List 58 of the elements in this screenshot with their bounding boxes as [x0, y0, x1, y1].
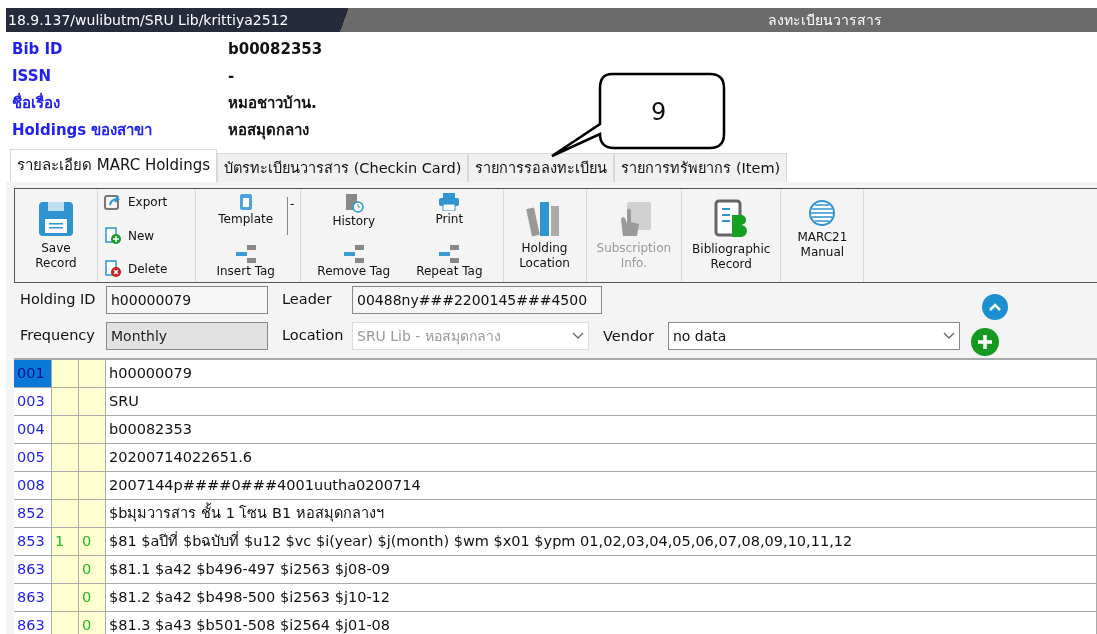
history-button[interactable]: History: [332, 193, 376, 228]
indicator-cell: 0: [79, 556, 106, 583]
chevron-down-icon: [572, 332, 584, 340]
leader-field[interactable]: 00488ny###2200145###4500: [352, 286, 602, 314]
print-button[interactable]: Print: [435, 193, 464, 226]
chevron-up-icon: [989, 303, 1001, 311]
add-document-icon: [104, 226, 122, 245]
export-button[interactable]: Export: [104, 193, 168, 211]
indicator-cell: 0: [79, 528, 106, 555]
field-label: Leader: [282, 290, 333, 309]
delete-button[interactable]: Delete: [104, 260, 168, 278]
save-button[interactable]: Save Record: [21, 193, 91, 278]
remove-tag-icon: [341, 245, 366, 263]
remove-tag-button[interactable]: Remove Tag: [317, 245, 391, 278]
tab[interactable]: รายการรอลงทะเบียน: [468, 153, 615, 182]
plus-icon: [977, 334, 993, 350]
record-value: b00082353: [228, 39, 323, 60]
vendor-dropdown[interactable]: no data: [667, 322, 960, 350]
tab[interactable]: บัตรทะเบียนวารสาร (Checkin Card): [217, 153, 469, 182]
insert-tag-button[interactable]: Insert Tag: [216, 245, 275, 278]
new-button[interactable]: New: [104, 226, 155, 245]
record-label: Holdings ของสาขา: [12, 120, 154, 141]
repeat-tag-icon: [437, 245, 462, 263]
record-label: ชื่อเรื่อง: [12, 92, 61, 114]
record-value: หอสมุดกลาง: [228, 120, 309, 142]
add-button[interactable]: [971, 328, 999, 356]
record-value: -: [228, 66, 235, 87]
chevron-down-icon: [942, 332, 955, 340]
dropdown-dash[interactable]: -: [287, 197, 295, 235]
record-label: ISSN: [12, 66, 53, 87]
holding-location-button[interactable]: Holding Location: [509, 200, 580, 271]
holding-id-field[interactable]: h00000079: [106, 286, 268, 314]
window-path: 18.9.137/wulibutm/SRU Lib/krittiya2512: [7, 12, 290, 28]
indicator-cell: 0: [79, 584, 106, 611]
history-icon: [343, 193, 364, 213]
printer-icon: [438, 193, 461, 211]
tab[interactable]: รายการทรัพยากร (Item): [614, 153, 788, 182]
window-title: ลงทะเบียนวารสาร: [768, 11, 882, 30]
record-label: Bib ID: [12, 39, 64, 60]
field-label: Holding ID: [20, 290, 97, 309]
field-label: Frequency: [20, 326, 96, 345]
collapse-button[interactable]: [982, 294, 1008, 320]
indicator-cell: 1: [52, 528, 79, 555]
tab[interactable]: รายละเอียด MARC Holdings: [10, 149, 218, 182]
insert-tag-icon: [233, 245, 258, 263]
template-icon: [237, 193, 254, 211]
record-value: หมอชาวบ้าน.: [228, 93, 317, 114]
delete-document-icon: [104, 260, 122, 278]
field-label: Location: [282, 326, 345, 345]
repeat-tag-button[interactable]: Repeat Tag: [416, 245, 483, 278]
callout-number: 9: [651, 98, 667, 126]
bibliographic-button[interactable]: Bibliographic Record: [688, 199, 775, 272]
template-button[interactable]: Template: [218, 193, 274, 226]
field-label: Vendor: [603, 327, 654, 346]
marc21-button[interactable]: MARC21 Manual: [787, 199, 858, 260]
indicator-cell: 0: [79, 612, 106, 634]
export-icon: [104, 193, 122, 211]
marc21-logo-icon: [808, 199, 837, 227]
